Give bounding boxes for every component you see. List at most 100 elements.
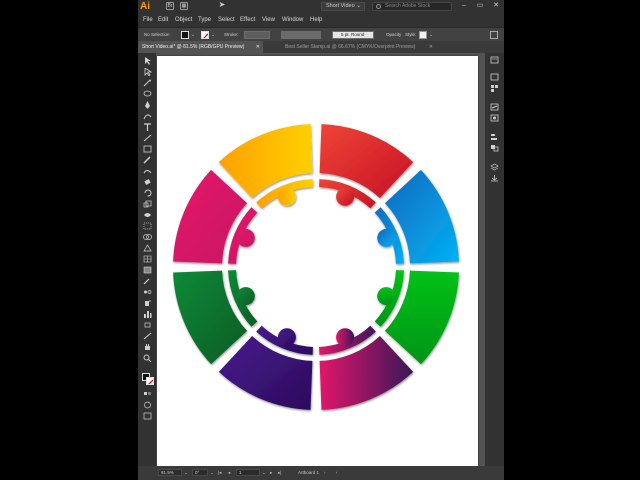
drawing-mode-icon[interactable] bbox=[143, 401, 152, 409]
last-artboard-button[interactable]: ▸| bbox=[278, 466, 281, 480]
stock-search-input[interactable]: Search Adobe Stock bbox=[372, 2, 452, 11]
menu-help[interactable]: Help bbox=[310, 15, 322, 25]
tab-short-video[interactable]: Short Video.ai* @ 81.5% (RGB/GPU Preview… bbox=[138, 41, 263, 53]
shape-builder-tool-icon[interactable] bbox=[143, 233, 152, 241]
lasso-tool-icon[interactable] bbox=[143, 90, 152, 98]
fill-stroke-swatches[interactable] bbox=[142, 373, 154, 385]
scale-tool-icon[interactable] bbox=[143, 200, 152, 208]
hand-tool-icon[interactable] bbox=[143, 343, 152, 351]
color-panel-icon[interactable] bbox=[490, 73, 499, 81]
stroke-weight-field[interactable] bbox=[244, 31, 270, 39]
paintbrush-tool-icon[interactable] bbox=[143, 156, 152, 164]
shaper-tool-icon[interactable] bbox=[143, 167, 152, 175]
stroke-color-swatch[interactable] bbox=[146, 377, 154, 385]
chevron-down-icon[interactable]: ⌄ bbox=[191, 28, 195, 42]
pen-tool-icon[interactable] bbox=[143, 101, 152, 109]
brushes-panel-icon[interactable] bbox=[490, 103, 499, 111]
segment-magenta-knob[interactable] bbox=[336, 328, 355, 347]
type-tool-icon[interactable] bbox=[143, 123, 152, 131]
minimize-button[interactable]: – bbox=[460, 1, 468, 10]
variable-width-profile[interactable] bbox=[281, 31, 321, 39]
layout-grid-icon[interactable]: ▦ bbox=[180, 2, 188, 10]
previous-artboard-button[interactable]: ◂ bbox=[228, 466, 230, 480]
blend-tool-icon[interactable] bbox=[143, 288, 152, 296]
chevron-right-icon[interactable]: › bbox=[324, 466, 326, 480]
segment-pink-knob[interactable] bbox=[236, 228, 255, 247]
swatches-panel-icon[interactable] bbox=[490, 84, 499, 92]
segment-red-knob[interactable] bbox=[336, 187, 355, 206]
mesh-tool-icon[interactable] bbox=[143, 255, 152, 263]
chevron-down-icon[interactable]: ⌄ bbox=[429, 28, 433, 42]
artboard[interactable] bbox=[157, 56, 478, 466]
menu-file[interactable]: File bbox=[143, 15, 153, 25]
gradient-tool-icon[interactable] bbox=[143, 266, 152, 274]
close-icon[interactable]: ✕ bbox=[429, 41, 433, 53]
stroke-label[interactable]: Stroke: bbox=[224, 28, 238, 42]
symbols-panel-icon[interactable] bbox=[490, 114, 499, 122]
chevron-down-icon[interactable]: ⌄ bbox=[211, 28, 215, 42]
chevron-left-icon[interactable]: ‹ bbox=[336, 466, 338, 480]
perspective-grid-tool-icon[interactable] bbox=[143, 244, 152, 252]
close-button[interactable]: ✕ bbox=[492, 1, 500, 10]
artboard-tool-icon[interactable] bbox=[143, 321, 152, 329]
slice-tool-icon[interactable] bbox=[143, 332, 152, 340]
artboard-number-field[interactable]: 1 bbox=[236, 469, 260, 476]
pathfinder-panel-icon[interactable] bbox=[490, 144, 499, 152]
workspace-switcher[interactable]: Short Video ⌄ bbox=[321, 2, 365, 11]
chevron-down-icon[interactable]: ⌄ bbox=[184, 466, 188, 480]
menu-type[interactable]: Type bbox=[198, 15, 211, 25]
send-icon[interactable]: ➤ bbox=[218, 1, 226, 10]
first-artboard-button[interactable]: |◂ bbox=[218, 466, 221, 480]
opacity-label[interactable]: Opacity bbox=[386, 28, 401, 42]
fill-swatch[interactable] bbox=[181, 31, 189, 39]
workspace-label: Short Video bbox=[326, 3, 355, 9]
next-artboard-button[interactable]: ▸ bbox=[270, 466, 272, 480]
direct-selection-tool-icon[interactable] bbox=[143, 68, 152, 76]
eyedropper-tool-icon[interactable] bbox=[143, 277, 152, 285]
stroke-swatch[interactable] bbox=[201, 31, 209, 39]
rotate-tool-icon[interactable] bbox=[143, 189, 152, 197]
tab-best-seller-stamp[interactable]: Best Seller Stamp.ai @ 66.67% (CMYK/Over… bbox=[265, 41, 435, 53]
column-graph-tool-icon[interactable] bbox=[143, 310, 152, 318]
properties-panel-icon[interactable] bbox=[490, 56, 499, 64]
close-icon[interactable]: ✕ bbox=[256, 41, 260, 53]
eraser-tool-icon[interactable] bbox=[143, 178, 152, 186]
menu-edit[interactable]: Edit bbox=[158, 15, 168, 25]
rectangle-tool-icon[interactable] bbox=[143, 145, 152, 153]
bridge-icon[interactable]: Br bbox=[166, 2, 174, 10]
curvature-tool-icon[interactable] bbox=[143, 112, 152, 120]
panel-menu-icon[interactable] bbox=[490, 31, 498, 39]
menu-select[interactable]: Select bbox=[218, 15, 235, 25]
asset-export-icon[interactable] bbox=[490, 174, 499, 182]
zoom-tool-icon[interactable] bbox=[143, 354, 152, 362]
magic-wand-tool-icon[interactable] bbox=[143, 79, 152, 87]
segment-orange-knob[interactable] bbox=[277, 187, 296, 206]
color-mode-icon[interactable] bbox=[143, 390, 152, 398]
align-panel-icon[interactable] bbox=[490, 133, 499, 141]
brush-definition[interactable]: 5 pt. Round bbox=[332, 31, 374, 39]
menu-view[interactable]: View bbox=[262, 15, 275, 25]
segment-blue-knob[interactable] bbox=[377, 228, 396, 247]
graphic-style-swatch[interactable] bbox=[419, 31, 427, 39]
menu-effect[interactable]: Effect bbox=[240, 15, 255, 25]
symbol-sprayer-tool-icon[interactable] bbox=[143, 299, 152, 307]
zoom-level-field[interactable]: 81.5% bbox=[158, 469, 182, 476]
screen-mode-icon[interactable] bbox=[143, 412, 152, 420]
segmented-ring-artwork[interactable] bbox=[157, 56, 478, 466]
segment-green-left-knob[interactable] bbox=[236, 287, 255, 306]
chevron-down-icon[interactable]: ⌄ bbox=[262, 466, 266, 480]
canvas-area[interactable] bbox=[156, 53, 485, 466]
menu-object[interactable]: Object bbox=[175, 15, 192, 25]
selection-tool-icon[interactable] bbox=[143, 57, 152, 65]
rotation-field[interactable]: 0° bbox=[192, 469, 208, 476]
tools-panel bbox=[138, 53, 156, 470]
chevron-down-icon[interactable]: ⌄ bbox=[210, 466, 214, 480]
maximize-button[interactable]: ▭ bbox=[476, 1, 484, 10]
free-transform-tool-icon[interactable] bbox=[143, 222, 152, 230]
menu-window[interactable]: Window bbox=[282, 15, 303, 25]
line-tool-icon[interactable] bbox=[143, 134, 152, 142]
width-tool-icon[interactable] bbox=[143, 211, 152, 219]
layers-panel-icon[interactable] bbox=[490, 163, 499, 171]
segment-purple-knob[interactable] bbox=[277, 328, 296, 347]
segment-green-right-knob[interactable] bbox=[377, 287, 396, 306]
